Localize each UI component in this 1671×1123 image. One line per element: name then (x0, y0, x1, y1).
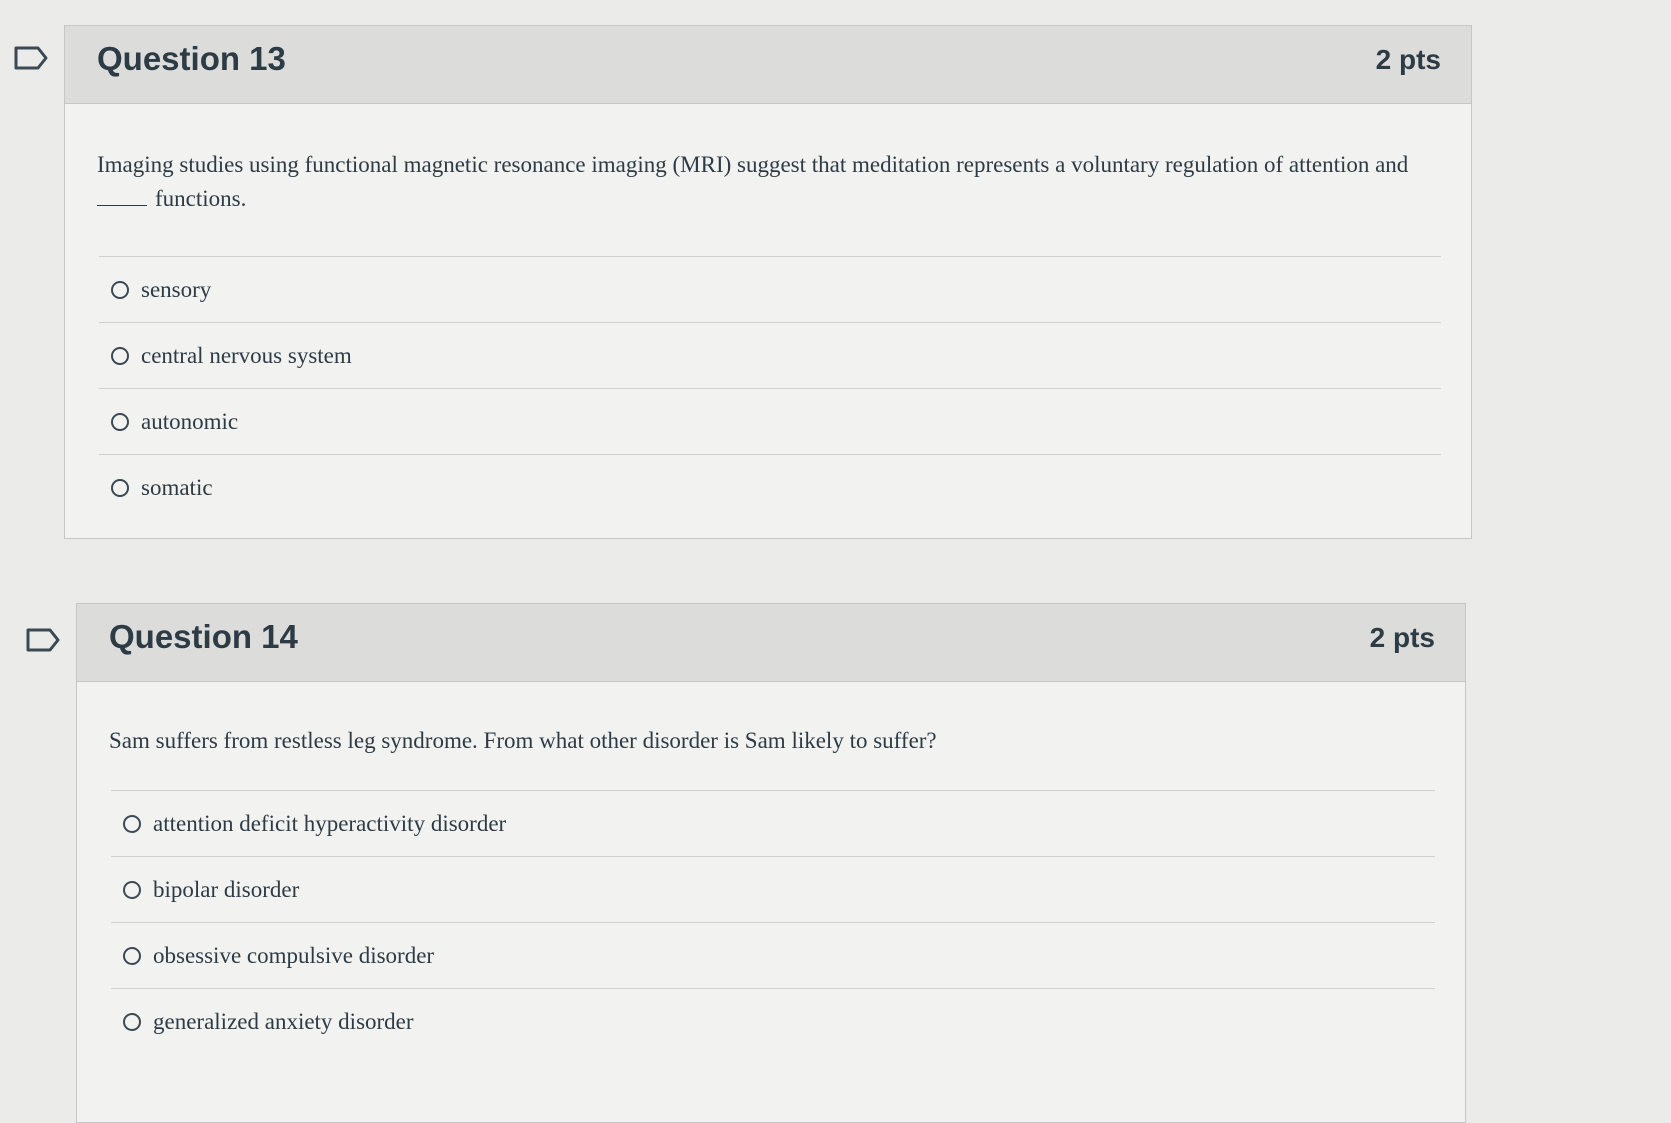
question-header: Question 14 2 pts (77, 604, 1465, 682)
answer-option[interactable]: obsessive compulsive disorder (111, 922, 1435, 988)
radio-button-icon[interactable] (111, 412, 129, 431)
answer-option[interactable]: sensory (99, 256, 1441, 322)
answer-list: attention deficit hyperactivity disorder… (111, 790, 1435, 1054)
answer-option[interactable]: somatic (99, 454, 1441, 520)
question-text: Sam suffers from restless leg syndrome. … (109, 724, 1435, 758)
question-stem: Sam suffers from restless leg syndrome. … (109, 728, 937, 753)
question-stem: Imaging studies using functional magneti… (97, 152, 1409, 177)
question-points: 2 pts (1369, 622, 1435, 653)
question-text: Imaging studies using functional magneti… (97, 148, 1441, 216)
answer-list: sensory central nervous system autonomic… (99, 256, 1441, 520)
answer-label[interactable]: sensory (141, 277, 211, 303)
answer-option[interactable]: central nervous system (99, 322, 1441, 388)
answer-option[interactable]: bipolar disorder (111, 856, 1435, 922)
radio-button-icon[interactable] (111, 346, 129, 365)
radio-button-icon[interactable] (111, 478, 129, 497)
radio-button-icon[interactable] (123, 1012, 141, 1031)
question-title: Question 13 (97, 40, 286, 77)
answer-label[interactable]: autonomic (141, 409, 238, 435)
question-header: Question 13 2 pts (65, 26, 1471, 104)
answer-label[interactable]: bipolar disorder (153, 877, 299, 903)
fill-in-blank (97, 185, 147, 206)
answer-option[interactable]: attention deficit hyperactivity disorder (111, 790, 1435, 856)
question-stem-tail: functions. (155, 186, 247, 211)
question-points: 2 pts (1375, 44, 1441, 75)
question-14: Question 14 2 pts Sam suffers from restl… (76, 603, 1466, 1123)
answer-label[interactable]: somatic (141, 475, 213, 501)
question-title: Question 14 (109, 618, 298, 655)
answer-option[interactable]: autonomic (99, 388, 1441, 454)
radio-button-icon[interactable] (123, 814, 141, 833)
radio-button-icon[interactable] (111, 280, 129, 299)
question-13: Question 13 2 pts Imaging studies using … (64, 25, 1472, 539)
radio-button-icon[interactable] (123, 946, 141, 965)
flag-question-icon[interactable] (26, 628, 60, 652)
answer-label[interactable]: generalized anxiety disorder (153, 1009, 414, 1035)
radio-button-icon[interactable] (123, 880, 141, 899)
answer-label[interactable]: obsessive compulsive disorder (153, 943, 434, 969)
answer-option[interactable]: generalized anxiety disorder (111, 988, 1435, 1054)
answer-label[interactable]: central nervous system (141, 343, 352, 369)
answer-label[interactable]: attention deficit hyperactivity disorder (153, 811, 506, 837)
flag-question-icon[interactable] (14, 46, 48, 70)
